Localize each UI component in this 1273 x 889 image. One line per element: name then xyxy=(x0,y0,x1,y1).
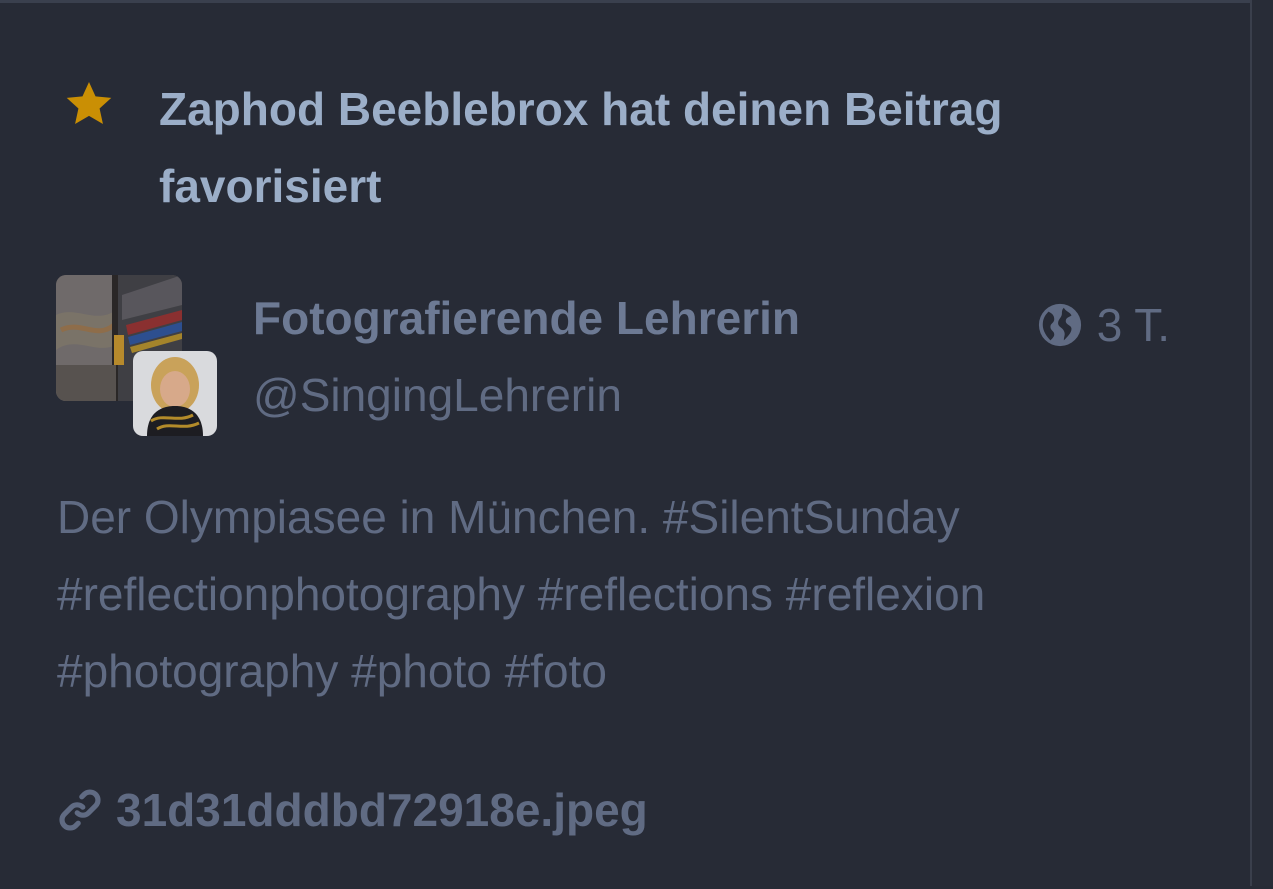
relative-time[interactable]: 3 T. xyxy=(1097,298,1170,352)
notification-card[interactable]: Zaphod Beeblebrox hat deinen Beitrag fav… xyxy=(0,0,1250,889)
globe-icon xyxy=(1038,303,1081,347)
link-icon xyxy=(59,789,101,831)
booster-avatar[interactable] xyxy=(133,351,217,436)
display-name[interactable]: Fotografierende Lehrerin xyxy=(253,287,800,349)
attachment-link[interactable]: 31d31dddbd72918e.jpeg xyxy=(56,779,648,841)
attachment-filename[interactable]: 31d31dddbd72918e.jpeg xyxy=(116,783,648,837)
account-handle[interactable]: @SingingLehrerin xyxy=(253,364,622,426)
notification-text[interactable]: Zaphod Beeblebrox hat deinen Beitrag fav… xyxy=(159,71,1159,225)
status-content: Der Olympiasee in München. #SilentSunday… xyxy=(57,491,986,697)
status-meta: 3 T. xyxy=(1037,297,1170,353)
avatar-overlay[interactable] xyxy=(56,275,218,437)
scroll-rail[interactable] xyxy=(1250,0,1273,886)
star-icon xyxy=(66,81,112,125)
